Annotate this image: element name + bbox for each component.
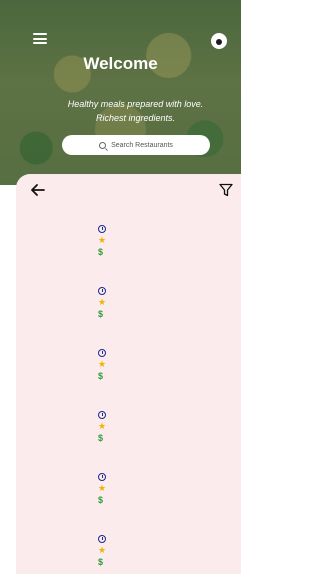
- subtitle-line-2: Richest ingredients.: [95, 113, 176, 123]
- clock-icon: [98, 287, 106, 295]
- star-icon: ★: [98, 545, 107, 555]
- star-icon: ★: [98, 359, 107, 369]
- delivery-fee: $: [98, 371, 106, 381]
- rating: ★: [98, 483, 109, 493]
- delivery-time: [98, 411, 109, 419]
- page-title: Welcome: [83, 54, 158, 73]
- restaurant-logo: [38, 273, 88, 323]
- search-icon: [99, 141, 107, 149]
- dollar-icon: $: [98, 433, 104, 443]
- rating: ★: [98, 545, 109, 555]
- restaurant-card[interactable]: ★ $: [16, 395, 241, 457]
- rating: ★: [98, 421, 109, 431]
- restaurant-logo: [38, 335, 88, 385]
- restaurant-card[interactable]: ★ $: [16, 271, 241, 333]
- restaurant-logo: [38, 397, 88, 447]
- dollar-icon: $: [98, 371, 104, 381]
- clock-icon: [98, 225, 106, 233]
- delivery-fee: $: [98, 247, 106, 257]
- dollar-icon: $: [98, 309, 104, 319]
- clock-icon: [98, 411, 106, 419]
- star-icon: ★: [98, 483, 107, 493]
- dollar-icon: $: [98, 557, 104, 567]
- hero-subtitle: Healthy meals prepared with love. Riches…: [40, 97, 231, 125]
- delivery-time: [98, 349, 109, 357]
- restaurant-logo: [38, 459, 88, 509]
- restaurant-logo: [38, 521, 88, 571]
- back-arrow-icon[interactable]: [30, 182, 46, 198]
- delivery-time: [98, 225, 109, 233]
- dollar-icon: $: [98, 495, 104, 505]
- hero-banner: Welcome Healthy meals prepared with love…: [0, 0, 241, 185]
- filter-icon[interactable]: [219, 183, 233, 197]
- rating: ★: [98, 297, 109, 307]
- search-placeholder: Search Restaurants: [111, 141, 173, 149]
- rating: ★: [98, 235, 109, 245]
- delivery-fee: $: [98, 309, 106, 319]
- restaurant-list: ★ $ ★ $ ★ $ ★ $ ★ $ ★ $: [16, 209, 241, 574]
- subtitle-line-1: Healthy meals prepared with love.: [67, 99, 204, 109]
- restaurant-logo: [38, 211, 88, 261]
- delivery-fee: $: [98, 495, 106, 505]
- hamburger-menu-icon[interactable]: [33, 33, 47, 44]
- search-input[interactable]: Search Restaurants: [62, 135, 210, 155]
- clock-icon: [98, 473, 106, 481]
- chef-hat-icon[interactable]: [211, 33, 227, 49]
- star-icon: ★: [98, 235, 107, 245]
- restaurant-card[interactable]: ★ $: [16, 519, 241, 574]
- clock-icon: [98, 349, 106, 357]
- restaurant-card[interactable]: ★ $: [16, 333, 241, 395]
- restaurant-card[interactable]: ★ $: [16, 457, 241, 519]
- delivery-time: [98, 535, 109, 543]
- restaurant-card[interactable]: ★ $: [16, 209, 241, 271]
- star-icon: ★: [98, 421, 107, 431]
- delivery-time: [98, 287, 109, 295]
- restaurant-panel: ★ $ ★ $ ★ $ ★ $ ★ $ ★ $: [16, 174, 241, 574]
- delivery-fee: $: [98, 433, 106, 443]
- rating: ★: [98, 359, 109, 369]
- star-icon: ★: [98, 297, 107, 307]
- clock-icon: [98, 535, 106, 543]
- delivery-fee: $: [98, 557, 106, 567]
- dollar-icon: $: [98, 247, 104, 257]
- delivery-time: [98, 473, 109, 481]
